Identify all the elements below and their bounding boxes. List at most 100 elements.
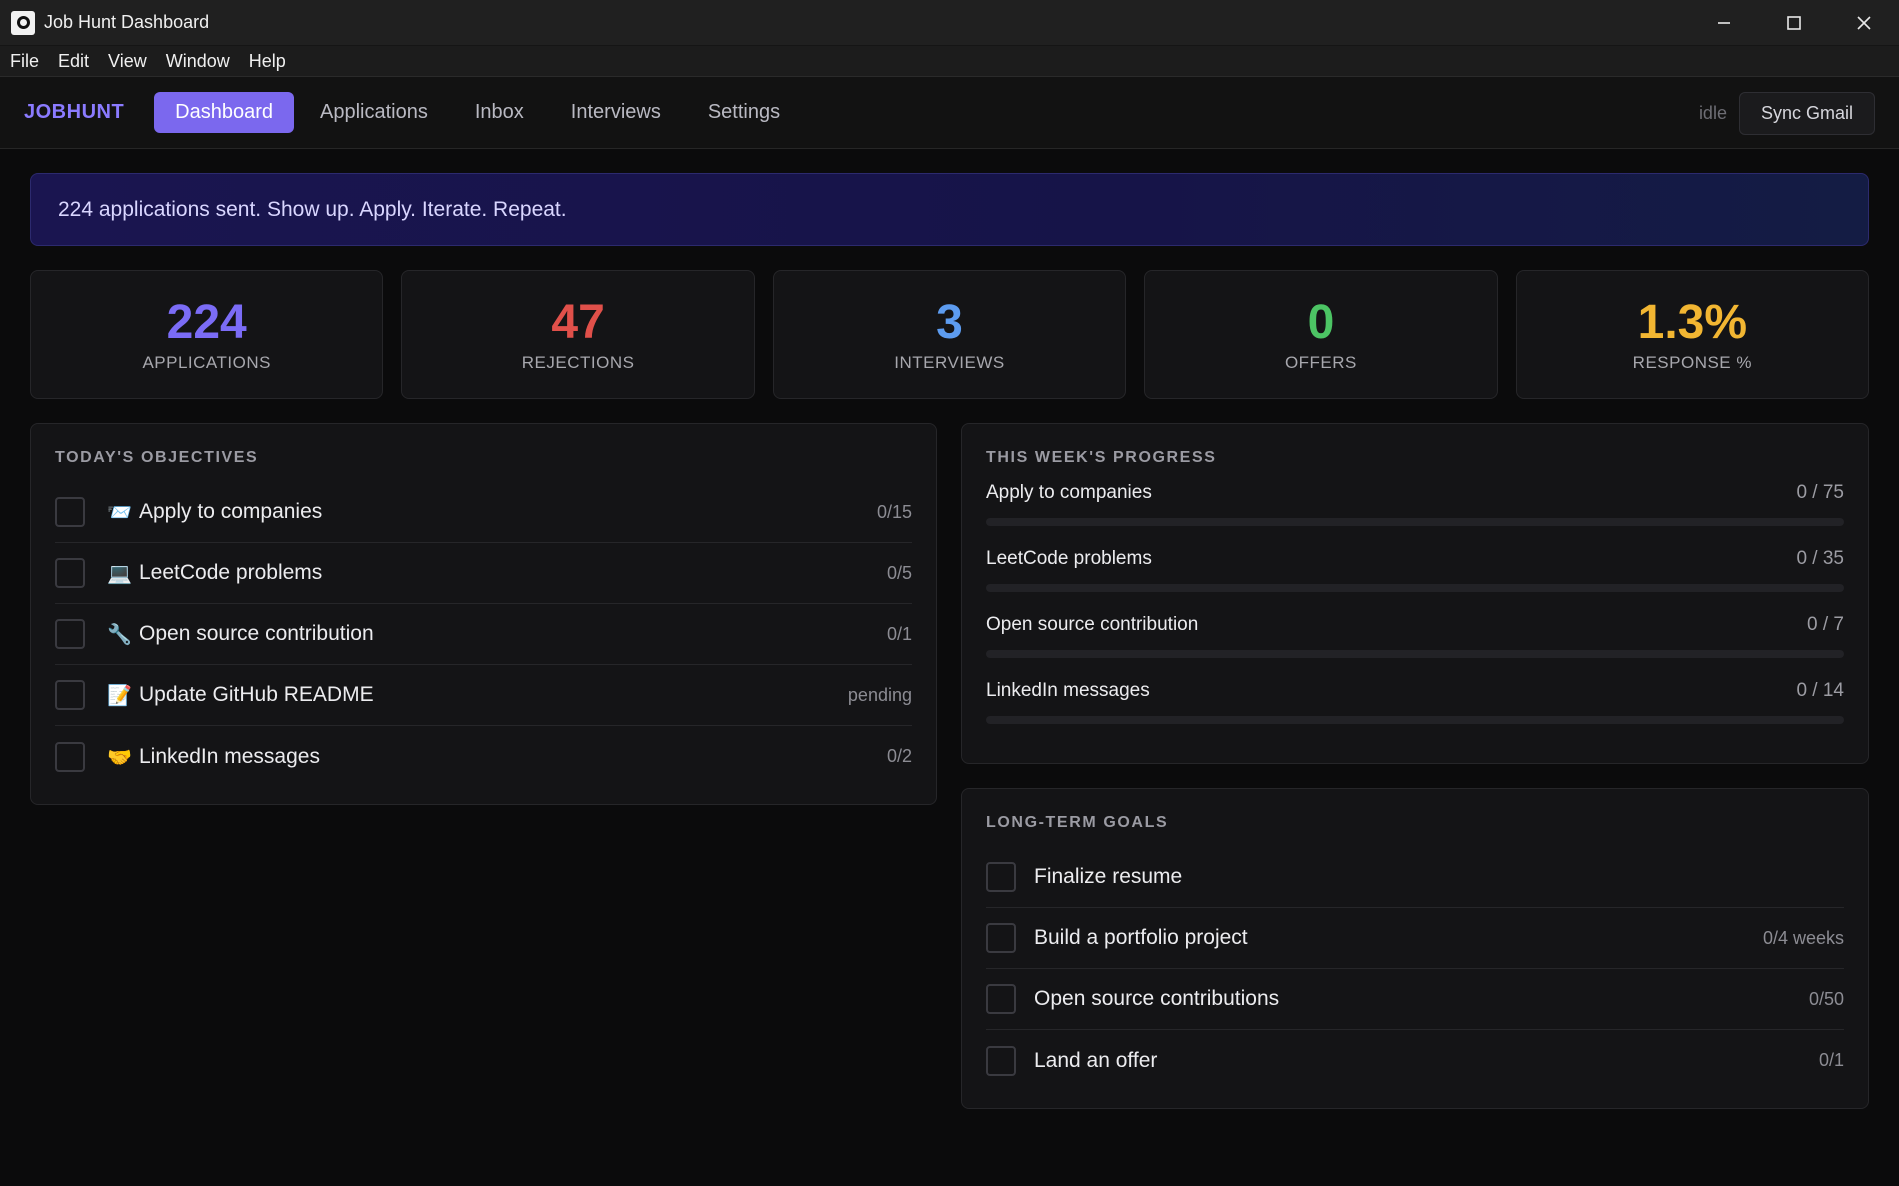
app-nav: JOBHUNT Dashboard Applications Inbox Int… <box>0 77 1899 149</box>
objective-checkbox[interactable] <box>55 497 85 527</box>
objective-checkbox[interactable] <box>55 741 85 772</box>
objective-count: 0/2 <box>886 746 912 766</box>
stat-value: 3 <box>936 295 963 349</box>
progress-label: Open source contribution <box>986 614 1199 635</box>
progress-bar <box>986 518 1844 526</box>
stats-row: 224 APPLICATIONS 47 REJECTIONS 3 INTERVI… <box>30 270 1870 399</box>
goal-row: Build a portfolio project 0/4 weeks <box>986 908 1844 969</box>
goal-label: Open source contributions <box>1034 987 1280 1010</box>
motivation-banner: 224 applications sent. Show up. Apply. I… <box>30 173 1869 246</box>
brand-logo[interactable]: JOBHUNT <box>24 101 124 124</box>
objective-label: Apply to companies <box>139 500 323 523</box>
card-title: LONG-TERM GOALS <box>986 814 1169 831</box>
stat-applications: 224 APPLICATIONS <box>30 270 384 399</box>
goal-checkbox[interactable] <box>986 862 1016 892</box>
menu-help[interactable]: Help <box>249 51 286 72</box>
progress-bar <box>986 650 1844 658</box>
progress-count: 0 / 35 <box>1796 548 1844 569</box>
objective-count: pending <box>847 684 912 705</box>
sync-gmail-button[interactable]: Sync Gmail <box>1738 91 1875 135</box>
window-titlebar: Job Hunt Dashboard <box>0 0 1899 46</box>
stat-interviews: 3 INTERVIEWS <box>772 270 1127 399</box>
progress-row: Open source contribution 0 / 7 <box>986 614 1844 658</box>
goal-count: 0/50 <box>1808 988 1844 1009</box>
left-column: TODAY'S OBJECTIVES 📨 Apply to companies … <box>30 423 937 1109</box>
goal-row: Land an offer 0/1 <box>986 1030 1844 1091</box>
menu-file[interactable]: File <box>10 51 39 72</box>
stat-value: 224 <box>166 295 247 349</box>
progress-label: Apply to companies <box>986 482 1152 503</box>
progress-row: LeetCode problems 0 / 35 <box>986 548 1844 592</box>
menu-view[interactable]: View <box>108 51 147 72</box>
progress-count: 0 / 14 <box>1796 680 1844 701</box>
objective-checkbox[interactable] <box>55 619 85 649</box>
goal-checkbox[interactable] <box>986 984 1016 1014</box>
objective-label: LeetCode problems <box>139 561 323 584</box>
tab-applications[interactable]: Applications <box>299 92 449 133</box>
goal-count: 0/1 <box>1818 1050 1844 1070</box>
progress-count: 0 / 7 <box>1807 614 1844 635</box>
goal-row: Finalize resume <box>986 847 1844 908</box>
window-controls <box>1689 0 1899 46</box>
objective-row: 📨 Apply to companies 0/15 <box>55 482 912 543</box>
tab-interviews[interactable]: Interviews <box>550 92 682 133</box>
stat-response-rate: 1.3% RESPONSE % <box>1515 270 1870 399</box>
card-title: THIS WEEK'S PROGRESS <box>986 449 1217 466</box>
goal-label: Build a portfolio project <box>1034 926 1248 949</box>
window-title: Job Hunt Dashboard <box>44 12 210 32</box>
tab-dashboard[interactable]: Dashboard <box>154 92 295 133</box>
card-title: TODAY'S OBJECTIVES <box>55 449 259 466</box>
weekly-progress-card: THIS WEEK'S PROGRESS Apply to companies 0… <box>961 423 1869 764</box>
stat-label: REJECTIONS <box>521 352 635 372</box>
stat-label: OFFERS <box>1284 352 1357 372</box>
progress-bar <box>986 584 1844 592</box>
objective-checkbox[interactable] <box>55 680 85 710</box>
menu-window[interactable]: Window <box>166 51 230 72</box>
stat-offers: 0 OFFERS <box>1144 270 1498 399</box>
progress-row: Apply to companies 0 / 75 <box>986 482 1844 526</box>
progress-label: LinkedIn messages <box>986 680 1150 701</box>
maximize-icon <box>1787 16 1801 30</box>
dashboard-grid: TODAY'S OBJECTIVES 📨 Apply to companies … <box>30 423 1869 1109</box>
goal-count: 0/4 weeks <box>1762 927 1844 948</box>
goal-row: Open source contributions 0/50 <box>986 969 1844 1030</box>
goal-checkbox[interactable] <box>986 923 1016 953</box>
objective-label: Update GitHub README <box>139 683 374 706</box>
stat-label: RESPONSE % <box>1632 352 1752 372</box>
progress-row: LinkedIn messages 0 / 14 <box>986 680 1844 724</box>
tab-settings[interactable]: Settings <box>687 92 801 133</box>
objective-count: 0/5 <box>886 562 912 583</box>
objective-label: LinkedIn messages <box>139 744 320 768</box>
todays-objectives-card: TODAY'S OBJECTIVES 📨 Apply to companies … <box>30 423 937 805</box>
maximize-button[interactable] <box>1759 0 1829 46</box>
close-button[interactable] <box>1829 0 1899 46</box>
objective-row: 🤝 LinkedIn messages 0/2 <box>55 726 912 787</box>
progress-label: LeetCode problems <box>986 548 1152 569</box>
progress-count: 0 / 75 <box>1796 482 1844 503</box>
stat-rejections: 47 REJECTIONS <box>401 270 755 399</box>
progress-bar <box>986 716 1844 724</box>
close-icon <box>1857 16 1871 30</box>
menu-edit[interactable]: Edit <box>58 51 89 72</box>
wrench-icon: 🔧 <box>107 622 132 646</box>
sync-area: idle Sync Gmail <box>1699 77 1875 149</box>
objective-row: 💻 LeetCode problems 0/5 <box>55 543 912 604</box>
goal-label: Finalize resume <box>1034 865 1183 888</box>
objective-checkbox[interactable] <box>55 558 85 588</box>
tab-inbox[interactable]: Inbox <box>454 92 545 133</box>
objective-row: 🔧 Open source contribution 0/1 <box>55 604 912 665</box>
objective-label: Open source contribution <box>139 622 374 645</box>
objective-row: 📝 Update GitHub README pending <box>55 665 912 726</box>
minimize-button[interactable] <box>1689 0 1759 46</box>
memo-icon: 📝 <box>107 683 132 707</box>
dashboard-content: 224 applications sent. Show up. Apply. I… <box>0 149 1899 1133</box>
menu-bar: File Edit View Window Help <box>0 46 1899 77</box>
objective-count: 0/15 <box>876 501 912 522</box>
sync-status: idle <box>1698 102 1727 123</box>
app-icon <box>11 10 35 35</box>
goal-checkbox[interactable] <box>986 1045 1016 1076</box>
stat-value: 1.3% <box>1637 295 1748 349</box>
right-column: THIS WEEK'S PROGRESS Apply to companies 0… <box>961 423 1869 1109</box>
stat-label: INTERVIEWS <box>894 352 1005 372</box>
goal-label: Land an offer <box>1034 1048 1158 1072</box>
